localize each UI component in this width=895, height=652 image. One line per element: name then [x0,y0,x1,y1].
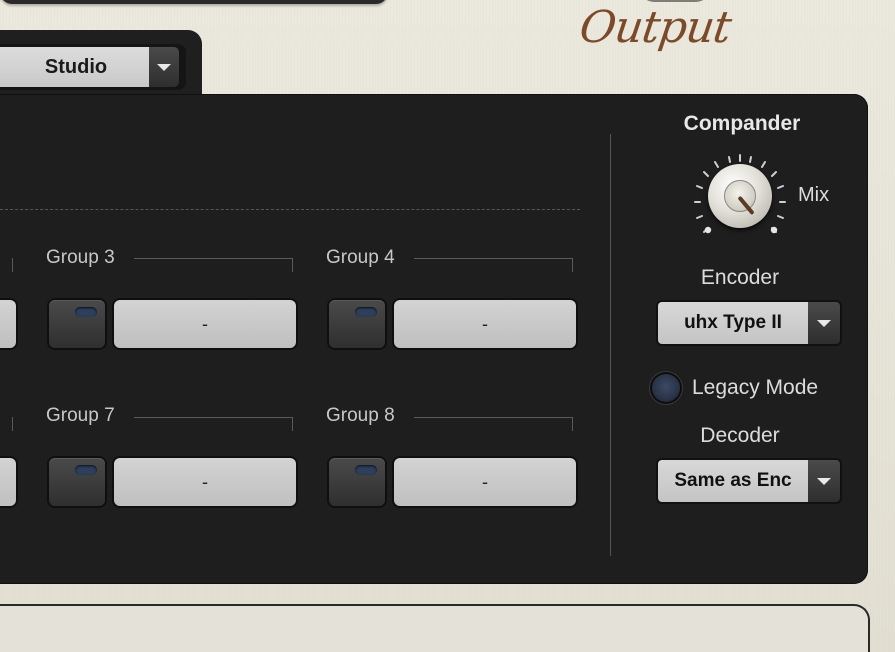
chevron-down-icon [817,319,831,327]
group-8-field[interactable]: - [394,458,576,506]
knob-body[interactable] [708,164,772,228]
decoder-label: Decoder [700,424,780,447]
led-indicator-icon [355,465,377,475]
bottom-panel [0,606,868,652]
legacy-mode-label: Legacy Mode [692,376,819,399]
mix-knob[interactable] [690,150,786,240]
encoder-dropdown-button[interactable] [808,302,840,344]
group-7-bracket [134,417,293,431]
decoder-dropdown-button[interactable] [808,460,840,502]
group-field-partial[interactable] [0,300,16,348]
chevron-down-icon [817,477,831,485]
decoder-dropdown[interactable]: Same as Enc [656,458,842,504]
group-4-label: Group 4 [326,247,395,268]
group-3-toggle[interactable] [49,300,105,348]
compander-title: Compander [683,112,801,135]
preset-dropdown[interactable]: Studio [0,44,186,90]
group-7-field[interactable]: - [114,458,296,506]
group-4-field[interactable]: - [394,300,576,348]
encoder-value: uhx Type II [658,302,808,344]
vertical-divider [610,134,611,556]
group-7-toggle[interactable] [49,458,105,506]
group-3-label: Group 3 [46,247,115,268]
group-field-partial[interactable] [0,458,16,506]
group-3-bracket [134,258,293,272]
encoder-label: Encoder [700,266,780,289]
dotted-divider [0,209,580,210]
decoder-value: Same as Enc [658,460,808,502]
encoder-dropdown[interactable]: uhx Type II [656,300,842,346]
legacy-mode-radio[interactable] [652,374,680,402]
group-bracket-edge [12,417,13,431]
group-8-bracket [414,417,573,431]
led-indicator-icon [75,307,97,317]
section-title: Output [576,2,734,53]
mix-label: Mix [798,184,830,206]
top-bezel [0,0,388,4]
group-3-field[interactable]: - [114,300,296,348]
group-8-toggle[interactable] [329,458,385,506]
led-indicator-icon [75,465,97,475]
chevron-down-icon [157,63,171,71]
led-indicator-icon [355,307,377,317]
group-8-label: Group 8 [326,405,395,426]
group-7-label: Group 7 [46,405,115,426]
preset-value: Studio [0,47,149,87]
preset-dropdown-button[interactable] [149,47,179,87]
group-4-toggle[interactable] [329,300,385,348]
group-bracket-edge [12,258,13,272]
group-4-bracket [414,258,573,272]
